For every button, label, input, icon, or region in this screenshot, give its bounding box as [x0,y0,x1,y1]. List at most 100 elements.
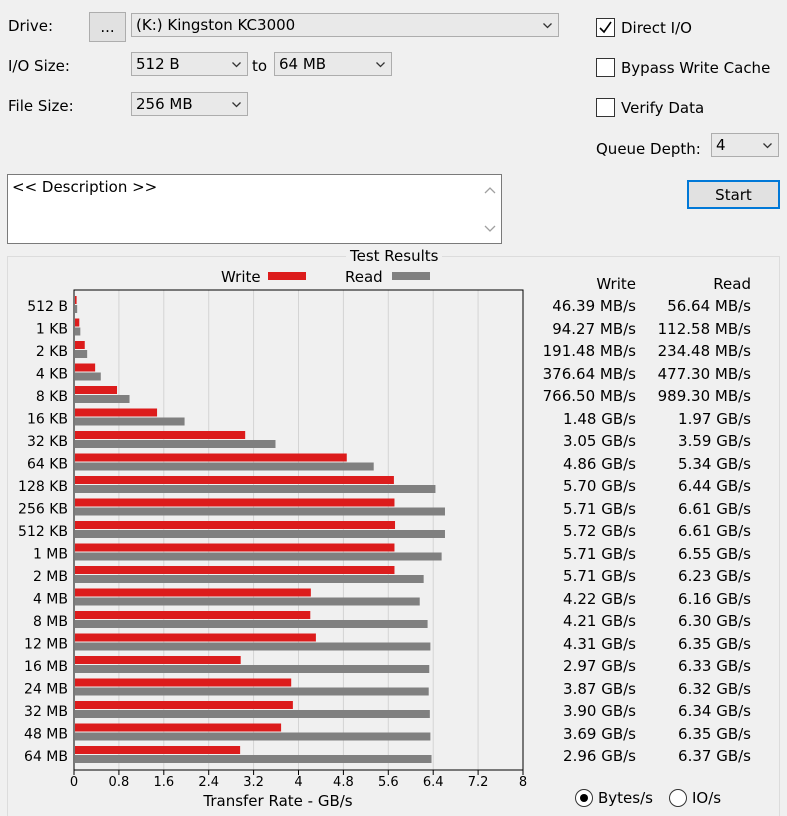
write-bar [75,678,292,687]
write-value: 5.71 GB/s [563,545,636,563]
x-tick-label: 6.4 [423,775,444,790]
read-bar [75,597,420,606]
read-bar [75,462,374,471]
category-label: 8 MB [33,614,68,630]
write-bar [75,386,118,394]
category-label: 16 KB [27,412,68,428]
read-value: 6.35 GB/s [678,725,751,743]
write-value: 191.48 MB/s [542,342,636,360]
write-value: 2.96 GB/s [563,747,636,765]
read-bar [75,575,424,583]
read-value: 6.55 GB/s [678,545,751,563]
read-bar [75,372,101,381]
x-tick-label: 4 [294,775,302,790]
read-value: 6.16 GB/s [678,590,751,608]
write-value: 4.22 GB/s [563,590,636,608]
write-value: 3.05 GB/s [563,432,636,450]
category-label: 24 MB [24,682,68,698]
write-bar [75,566,395,574]
write-bar [75,431,246,439]
write-bar [75,341,85,349]
read-bar [75,732,431,741]
read-value: 6.37 GB/s [678,747,751,765]
x-tick-label: 8 [519,775,527,790]
category-label: 512 KB [18,524,68,540]
write-bar [75,318,80,327]
write-value: 5.71 GB/s [563,500,636,518]
write-value: 3.69 GB/s [563,725,636,743]
write-value: 46.39 MB/s [552,297,636,315]
write-value: 94.27 MB/s [552,320,636,338]
category-label: 8 KB [36,389,68,405]
write-value: 4.86 GB/s [563,455,636,473]
write-value: 5.70 GB/s [563,477,636,495]
read-bar [75,687,429,696]
read-bar [75,485,436,493]
read-value: 6.61 GB/s [678,522,751,540]
category-label: 1 KB [36,322,68,338]
read-bar [75,755,432,763]
category-label: 32 KB [27,434,68,450]
read-value: 112.58 MB/s [657,320,751,338]
category-label: 64 KB [27,457,68,473]
category-label: 256 KB [18,502,68,518]
x-tick-label: 3.2 [243,775,264,790]
write-value: 3.90 GB/s [563,702,636,720]
read-value: 56.64 MB/s [667,297,751,315]
read-bar [75,417,185,426]
x-tick-label: 2.4 [198,775,219,790]
x-tick-label: 4.8 [333,775,354,790]
bytes-radio[interactable] [575,789,593,807]
read-column-header: Read [713,275,751,293]
category-label: 2 MB [33,569,68,585]
read-bar [75,642,431,651]
read-value: 1.97 GB/s [678,410,751,428]
read-value: 6.34 GB/s [678,702,751,720]
read-bar [75,530,445,538]
category-label: 48 MB [24,727,68,743]
write-value: 4.31 GB/s [563,635,636,653]
read-value: 6.23 GB/s [678,567,751,585]
read-bar [75,395,130,403]
category-label: 12 MB [24,637,68,653]
category-label: 64 MB [24,749,68,765]
x-tick-label: 7.2 [468,775,489,790]
io-radio[interactable] [669,789,687,807]
write-bar [75,363,96,372]
write-value: 5.72 GB/s [563,522,636,540]
bytes-radio-label: Bytes/s [598,789,653,807]
read-bar [75,305,78,313]
write-value: 766.50 MB/s [542,387,636,405]
write-bar [75,588,311,597]
write-value: 4.21 GB/s [563,612,636,630]
read-value: 234.48 MB/s [657,342,751,360]
write-value: 1.48 GB/s [563,410,636,428]
x-tick-label: 5.6 [378,775,399,790]
write-value: 3.87 GB/s [563,680,636,698]
read-value: 989.30 MB/s [657,387,751,405]
write-bar [75,453,347,462]
write-bar [75,633,316,642]
write-bar [75,746,241,754]
write-value: 5.71 GB/s [563,567,636,585]
category-label: 4 KB [36,367,68,383]
read-bar [75,665,430,673]
read-value: 6.44 GB/s [678,477,751,495]
read-value: 6.30 GB/s [678,612,751,630]
read-value: 6.61 GB/s [678,500,751,518]
category-label: 4 MB [33,592,68,608]
write-value: 2.97 GB/s [563,657,636,675]
read-bar [75,327,81,336]
write-bar [75,656,241,664]
write-bar [75,476,394,484]
category-label: 128 KB [18,479,68,495]
category-label: 1 MB [33,547,68,563]
read-value: 6.35 GB/s [678,635,751,653]
x-axis-title: Transfer Rate - GB/s [202,792,352,810]
x-tick-label: 0 [70,775,78,790]
read-value: 6.33 GB/s [678,657,751,675]
io-radio-label: IO/s [692,789,722,807]
read-value: 3.59 GB/s [678,432,751,450]
read-bar [75,507,445,516]
read-bar [75,552,442,561]
